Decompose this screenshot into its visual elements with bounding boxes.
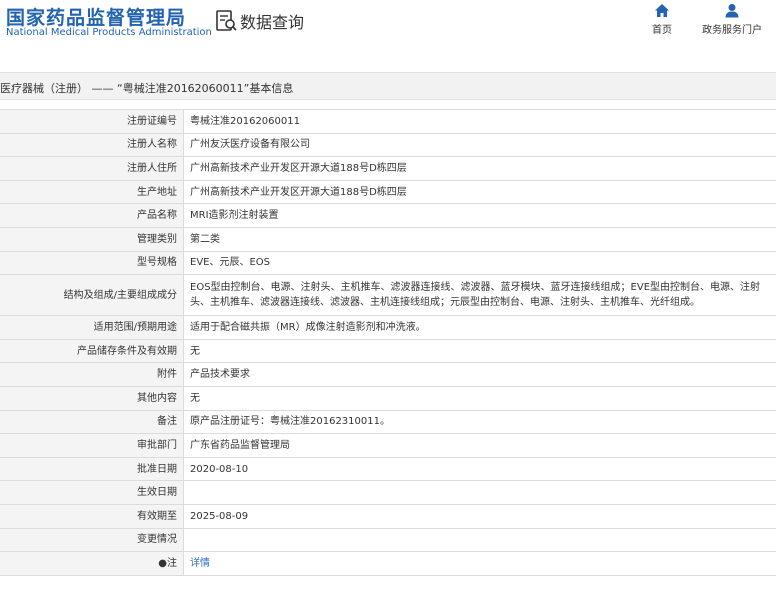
field-value: 第二类 — [183, 226, 776, 252]
field-label: 生效日期 — [0, 480, 184, 505]
field-value: 2020-08-10 — [183, 456, 776, 482]
field-label: 其他内容 — [0, 385, 184, 411]
nav-home[interactable]: 首页 — [648, 3, 676, 36]
details-link[interactable]: 详情 — [190, 558, 210, 569]
table-row: 其他内容无 — [0, 385, 776, 411]
note-label: ●注 — [0, 551, 184, 576]
note-value: 详情 — [183, 551, 776, 576]
field-value: EOS型由控制台、电源、注射头、主机推车、滤波器连接线、滤波器、蓝牙模块、蓝牙连… — [183, 274, 776, 317]
field-label: 产品储存条件及有效期 — [0, 338, 184, 364]
field-label: 有效期至 — [0, 503, 184, 529]
data-query-icon — [216, 10, 237, 31]
table-row: 结构及组成/主要组成成分 EOS型由控制台、电源、注射头、主机推车、滤波器连接线、… — [0, 274, 776, 317]
table-row-note: ●注 详情 — [0, 551, 776, 576]
field-label: 注册证编号 — [0, 109, 184, 134]
table-row: 批准日期 2020-08-10 — [0, 456, 776, 482]
table-row: 附件 产品技术要求 — [0, 362, 776, 387]
nav-home-label: 首页 — [652, 25, 672, 36]
table-row: 管理类别 第二类 — [0, 226, 776, 252]
table-row: 有效期至 2025-08-09 — [0, 503, 776, 529]
breadcrumb-bar: 医疗器械（注册） —— “粤械注准20162060011”基本信息 — [0, 72, 776, 100]
table-row: 产品储存条件及有效期无 — [0, 338, 776, 364]
field-value: 无 — [183, 385, 776, 411]
field-value: 广州高新技术产业开发区开源大道188号D栋四层 — [183, 179, 776, 205]
field-label: 生产地址 — [0, 179, 184, 205]
field-label: 注册人名称 — [0, 132, 184, 158]
field-label: 批准日期 — [0, 456, 184, 482]
table-row: 适用范围/预期用途 适用于配合磁共振（MR）成像注射造影剂和冲洗液。 — [0, 315, 776, 340]
table-row: 审批部门 广东省药品监督管理局 — [0, 433, 776, 458]
field-label: 产品名称 — [0, 203, 184, 228]
field-value: 2025-08-09 — [183, 503, 776, 529]
field-label: 适用范围/预期用途 — [0, 315, 184, 340]
table-row: 注册人住所 广州高新技术产业开发区开源大道188号D栋四层 — [0, 156, 776, 181]
field-label: 备注 — [0, 409, 184, 435]
field-value: 广州友沃医疗设备有限公司 — [183, 132, 776, 158]
field-value: 粤械注准20162060011 — [183, 109, 776, 134]
table-row: 变更情况 — [0, 527, 776, 553]
table-row: 注册人名称 广州友沃医疗设备有限公司 — [0, 132, 776, 158]
table-row: 生效日期 — [0, 480, 776, 505]
field-label: 管理类别 — [0, 226, 184, 252]
page-title: 数据查询 — [240, 13, 305, 32]
detail-table: 注册证编号 粤械注准20162060011 注册人名称 广州友沃医疗设备有限公司 注册人… — [0, 109, 776, 576]
logo-title: 国家药品监督管理局 — [6, 7, 187, 29]
field-label: 型号规格 — [0, 250, 184, 276]
table-row: 生产地址 广州高新技术产业开发区开源大道188号D栋四层 — [0, 179, 776, 205]
nav-service-portal[interactable]: 政务服务门户 — [700, 3, 764, 36]
nav-service-label: 政务服务门户 — [702, 25, 762, 36]
field-value: 广东省药品监督管理局 — [183, 433, 776, 458]
field-value — [183, 527, 776, 553]
field-label: 注册人住所 — [0, 156, 184, 181]
field-value: 原产品注册证号：粤械注准20162310011。 — [183, 409, 776, 435]
field-value: 适用于配合磁共振（MR）成像注射造影剂和冲洗液。 — [183, 315, 776, 340]
field-value: EVE、元辰、EOS — [183, 250, 776, 276]
table-row: 备注 原产品注册证号：粤械注准20162310011。 — [0, 409, 776, 435]
table-row: 注册证编号 粤械注准20162060011 — [0, 109, 776, 134]
field-value: 产品技术要求 — [183, 362, 776, 387]
field-value — [183, 480, 776, 505]
field-value: MRI造影剂注射装置 — [183, 203, 776, 228]
field-label: 审批部门 — [0, 433, 184, 458]
field-label: 附件 — [0, 362, 184, 387]
table-row: 型号规格 EVE、元辰、EOS — [0, 250, 776, 276]
field-label: 结构及组成/主要组成成分 — [0, 274, 184, 317]
logo-subtitle: National Medical Products Administration — [6, 27, 212, 38]
breadcrumb: 医疗器械（注册） —— “粤械注准20162060011”基本信息 — [0, 82, 294, 95]
field-label: 变更情况 — [0, 527, 184, 553]
table-row: 产品名称 MRI造影剂注射装置 — [0, 203, 776, 228]
home-icon — [655, 4, 669, 17]
field-value: 广州高新技术产业开发区开源大道188号D栋四层 — [183, 156, 776, 181]
field-value: 无 — [183, 338, 776, 364]
user-icon — [725, 4, 739, 18]
